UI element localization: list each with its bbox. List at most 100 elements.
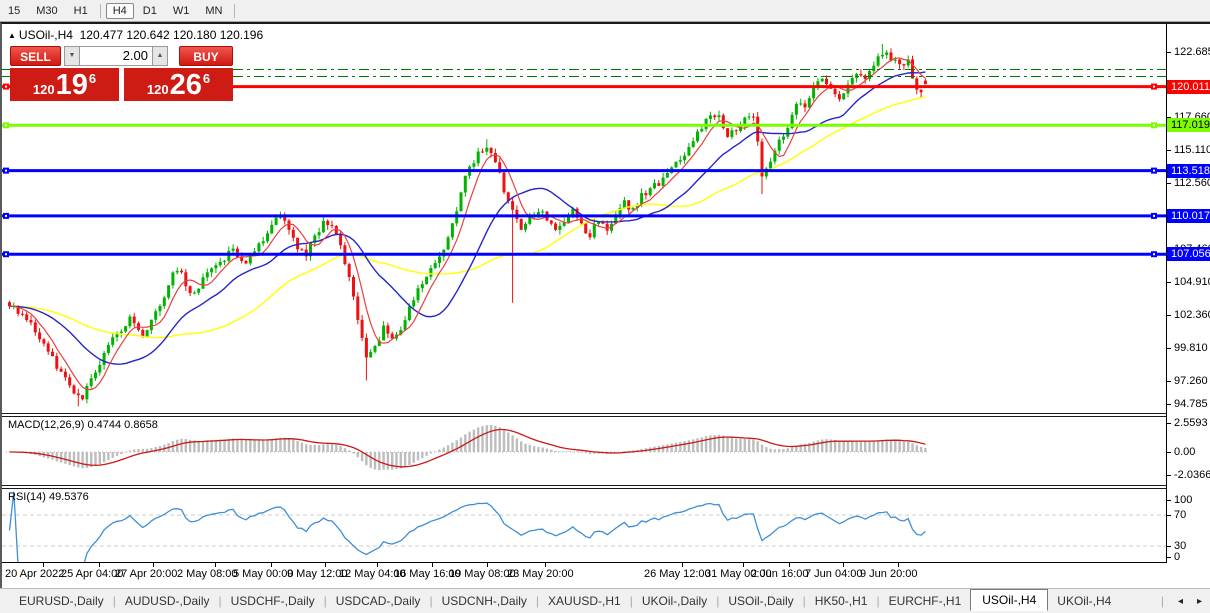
- line-handle-dot: [5, 215, 7, 217]
- volume-increase-button[interactable]: ▲: [152, 46, 168, 66]
- time-tick-label: 26 May 12:00: [644, 568, 711, 580]
- tab-usoil-daily[interactable]: USOil-,Daily: [719, 591, 802, 611]
- rsi-scale-tick: [1167, 500, 1171, 501]
- tab-separator: |: [1161, 594, 1164, 608]
- price-tick-label: 97.260: [1174, 374, 1208, 388]
- price-line-badge-110.017: 110.017: [1167, 209, 1210, 223]
- time-tick-mark: [377, 563, 378, 567]
- macd-canvas: [2, 417, 1166, 485]
- line-handle-dot: [5, 124, 7, 126]
- price-tick-mark: [1167, 348, 1171, 349]
- rsi-scale-tick: [1167, 515, 1171, 516]
- buy-price-main: 26: [170, 71, 202, 100]
- rsi-scale-tick: [1167, 557, 1171, 558]
- collapse-triangle-icon[interactable]: ▲: [8, 31, 16, 40]
- time-tick-mark: [43, 563, 44, 567]
- timeframe-button-h4[interactable]: H4: [106, 3, 134, 19]
- timeframe-button-w1[interactable]: W1: [166, 3, 197, 19]
- one-click-trade-panel: SELL ▼ 2.00 ▲ BUY 120196 120266: [10, 46, 233, 101]
- macd-histogram: [8, 425, 926, 470]
- tab-scroll-right-icon[interactable]: ▸: [1197, 596, 1202, 607]
- timeframe-button-m30[interactable]: M30: [29, 3, 64, 19]
- line-handle-dot: [1153, 215, 1155, 217]
- time-tick-label: 19 May 08:00: [449, 568, 516, 580]
- ma-mid-line: [10, 72, 926, 364]
- trading-platform: 15M30H1 H4D1W1MN ▲USOil-,H4 120.477 120.6…: [0, 0, 1210, 613]
- price-chart-pane: ▲USOil-,H4 120.477 120.642 120.180 120.1…: [2, 27, 1166, 413]
- rsi-scale-label: 100: [1174, 493, 1192, 507]
- time-tick-mark: [843, 563, 844, 567]
- tab-audusd-daily[interactable]: AUDUSD-,Daily: [116, 591, 219, 611]
- timeframe-button-h1[interactable]: H1: [67, 3, 95, 19]
- price-tick-label: 104.910: [1174, 275, 1210, 289]
- timeframe-toolbar: 15M30H1 H4D1W1MN: [0, 0, 1210, 22]
- macd-scale-tick: [1167, 452, 1171, 453]
- price-tick-mark: [1167, 150, 1171, 151]
- line-handle-dot: [1153, 124, 1155, 126]
- macd-scale-tick: [1167, 423, 1171, 424]
- buy-price-big: 120: [147, 82, 169, 97]
- tab-usdchf-daily[interactable]: USDCHF-,Daily: [222, 591, 324, 611]
- time-tick-label: 2 May 08:00: [177, 568, 238, 580]
- time-tick-mark: [743, 563, 744, 567]
- sell-price-main: 19: [56, 71, 88, 100]
- macd-pane: MACD(12,26,9) 0.4744 0.8658: [2, 417, 1166, 485]
- timeframe-button-d1[interactable]: D1: [136, 3, 164, 19]
- time-tick-mark: [99, 563, 100, 567]
- tab-usdcad-daily[interactable]: USDCAD-,Daily: [327, 591, 430, 611]
- sell-button[interactable]: SELL: [10, 46, 61, 66]
- timeframe-button-mn[interactable]: MN: [198, 3, 229, 19]
- buy-price-display[interactable]: 120266: [124, 68, 233, 101]
- macd-scale-label: 0.00: [1174, 445, 1195, 459]
- price-tick-label: 112.560: [1174, 176, 1210, 190]
- time-tick-label: 27 Apr 20:00: [115, 568, 177, 580]
- volume-decrease-button[interactable]: ▼: [64, 46, 80, 66]
- rsi-scale-tick: [1167, 546, 1171, 547]
- price-tick-mark: [1167, 381, 1171, 382]
- price-tick-mark: [1167, 282, 1171, 283]
- chart-symbol-label: USOil-,H4: [19, 28, 73, 42]
- toolbar-divider: [234, 4, 235, 18]
- tab-hk50-h1[interactable]: HK50-,H1: [806, 591, 877, 611]
- tab-ukoil-h4[interactable]: UKOil-,H4: [1048, 591, 1120, 611]
- tab-scroll-left-icon[interactable]: ◂: [1178, 596, 1183, 607]
- line-handle-dot: [1153, 253, 1155, 255]
- price-tick-label: 94.785: [1174, 397, 1208, 411]
- rsi-label: RSI(14) 49.5376: [8, 491, 89, 503]
- line-handle-dot: [1153, 170, 1155, 172]
- time-tick-label: 5 May 00:00: [233, 568, 294, 580]
- tab-eurchf-h1[interactable]: EURCHF-,H1: [880, 591, 971, 611]
- time-tick-mark: [432, 563, 433, 567]
- line-handle-dot: [1153, 86, 1155, 88]
- tab-usoil-h4[interactable]: USOil-,H4: [970, 589, 1048, 611]
- time-tick-mark: [898, 563, 899, 567]
- symbol-tabs-bar: EURUSD-,Daily|AUDUSD-,Daily|USDCHF-,Dail…: [0, 588, 1210, 613]
- time-tick-label: 20 Apr 2022: [5, 568, 64, 580]
- volume-input[interactable]: 2.00: [80, 46, 152, 66]
- buy-button[interactable]: BUY: [179, 46, 233, 66]
- buy-price-sup: 6: [203, 71, 210, 86]
- time-tick-mark: [325, 563, 326, 567]
- tab-eurusd-daily[interactable]: EURUSD-,Daily: [10, 591, 113, 611]
- tab-ukoil-daily[interactable]: UKOil-,Daily: [633, 591, 716, 611]
- time-tick-label: 23 May 20:00: [507, 568, 574, 580]
- time-tick-mark: [789, 563, 790, 567]
- tab-usdcnh-daily[interactable]: USDCNH-,Daily: [433, 591, 536, 611]
- time-tick-label: 2 Jun 16:00: [751, 568, 809, 580]
- tab-xauusd-h1[interactable]: XAUUSD-,H1: [539, 591, 630, 611]
- timeframe-button-15[interactable]: 15: [1, 3, 27, 19]
- price-tick-label: 99.810: [1174, 341, 1208, 355]
- rsi-scale-label: 0: [1174, 550, 1180, 564]
- macd-label: MACD(12,26,9) 0.4744 0.8658: [8, 419, 158, 431]
- price-tick-mark: [1167, 52, 1171, 53]
- price-tick-mark: [1167, 315, 1171, 316]
- time-tick-label: 7 Jun 04:00: [805, 568, 863, 580]
- price-tick-label: 102.360: [1174, 308, 1210, 322]
- sell-price-big: 120: [33, 82, 55, 97]
- line-handle-dot: [5, 253, 7, 255]
- line-handle-dot: [5, 86, 7, 88]
- sell-price-display[interactable]: 120196: [10, 68, 119, 101]
- price-line-badge-120.011: 120.011: [1167, 80, 1210, 94]
- price-tick-label: 122.685: [1174, 45, 1210, 59]
- rsi-scale-label: 70: [1174, 508, 1186, 522]
